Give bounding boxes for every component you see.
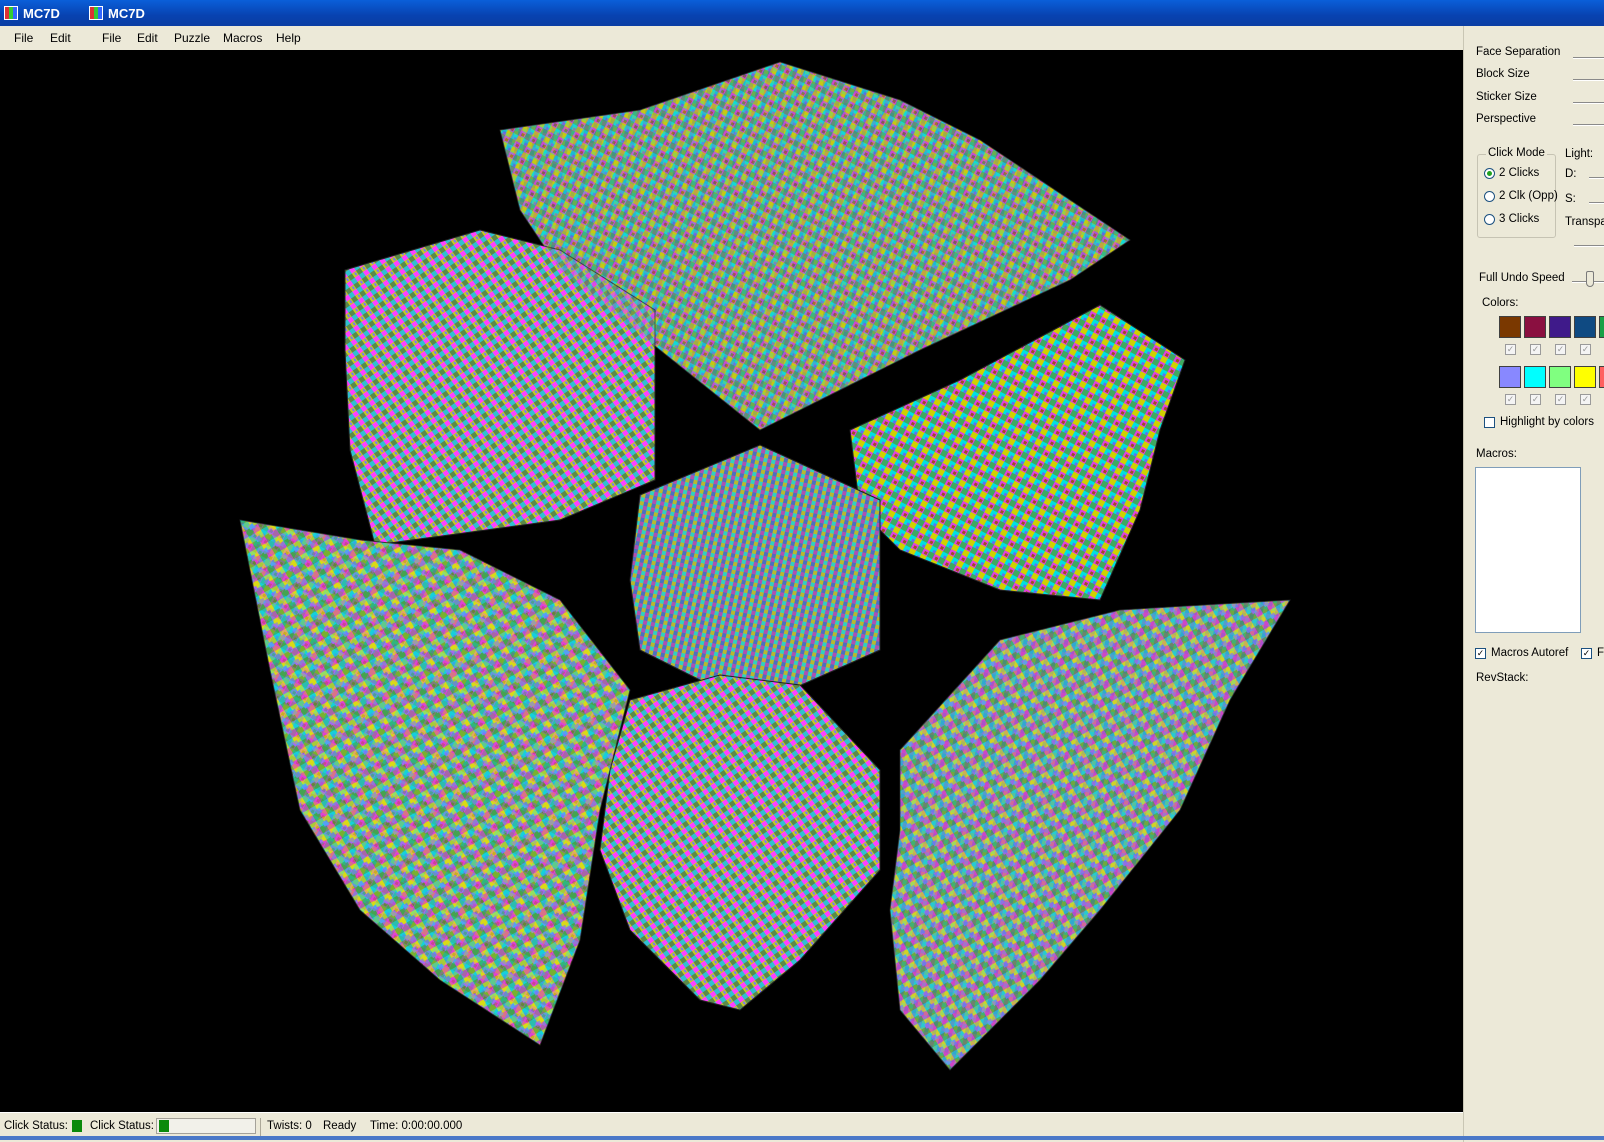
app-icon	[4, 6, 18, 20]
perspective-label: Perspective	[1476, 113, 1537, 125]
radio-2-clk-opp[interactable]: 2 Clk (Opp)	[1484, 190, 1558, 202]
puzzle-face-bottom[interactable]	[599, 674, 881, 1011]
taskbar-edge	[0, 1136, 1604, 1140]
color-swatch[interactable]	[1499, 366, 1521, 388]
transparency-slider[interactable]	[1574, 245, 1604, 247]
radio-2-clicks-label: 2 Clicks	[1499, 167, 1540, 179]
macros-autoref-2-checkbox[interactable]: ✓ F	[1581, 647, 1604, 659]
menu-puzzle[interactable]: Puzzle	[174, 31, 210, 45]
separator	[260, 1118, 261, 1136]
click-status-label-1: Click Status:	[4, 1120, 68, 1132]
radio-button[interactable]	[1484, 190, 1495, 202]
control-panel: Face Separation Block Size Sticker Size …	[1463, 26, 1604, 1142]
checkbox-checked[interactable]: ✓	[1581, 647, 1592, 659]
window-tab-1[interactable]: MC7D	[4, 4, 60, 22]
window-title-1: MC7D	[23, 5, 60, 21]
radio-button[interactable]	[1484, 213, 1495, 225]
twists-count: Twists: 0	[267, 1120, 312, 1132]
macros-list[interactable]	[1475, 467, 1581, 633]
color-enable-checkbox[interactable]: ✓	[1555, 394, 1566, 405]
macros-autoref-2-label: F	[1597, 647, 1604, 659]
menu-bar: File Edit File Edit Puzzle Macros Help	[0, 26, 1463, 50]
color-enable-checkbox[interactable]: ✓	[1530, 394, 1541, 405]
color-enable-checkbox[interactable]: ✓	[1580, 344, 1591, 355]
menu-edit[interactable]: Edit	[137, 31, 158, 45]
puzzle-face-center[interactable]	[629, 444, 881, 691]
menu-file[interactable]: File	[102, 31, 121, 45]
color-enable-checkbox[interactable]: ✓	[1555, 344, 1566, 355]
click-status-indicator-1	[72, 1120, 82, 1132]
sticker-size-slider[interactable]	[1573, 102, 1604, 104]
window-title-2: MC7D	[108, 5, 145, 21]
app-icon	[89, 6, 103, 20]
macros-autoref-checkbox[interactable]: ✓ Macros Autoref	[1475, 647, 1568, 659]
window-tab-2[interactable]: MC7D	[89, 4, 145, 22]
menu-file-outer[interactable]: File	[14, 31, 33, 45]
puzzle-viewport[interactable]	[0, 50, 1463, 1112]
radio-3-clicks-label: 3 Clicks	[1499, 213, 1540, 225]
checkbox-checked[interactable]: ✓	[1475, 647, 1486, 659]
click-mode-title: Click Mode	[1486, 147, 1547, 159]
color-enable-checkbox[interactable]: ✓	[1580, 394, 1591, 405]
color-swatch[interactable]	[1524, 316, 1546, 338]
ready-status: Ready	[323, 1120, 357, 1132]
block-size-slider[interactable]	[1573, 79, 1604, 81]
color-enable-checkbox[interactable]: ✓	[1530, 344, 1541, 355]
color-swatch[interactable]	[1549, 316, 1571, 338]
title-bar: MC7D MC7D	[0, 0, 1604, 26]
full-undo-speed-label: Full Undo Speed	[1479, 272, 1565, 284]
face-separation-label: Face Separation	[1476, 46, 1561, 58]
full-undo-speed-thumb[interactable]	[1586, 271, 1594, 287]
highlight-by-colors-label: Highlight by colors	[1500, 416, 1594, 428]
light-label: Light:	[1565, 148, 1594, 160]
macros-label: Macros:	[1476, 448, 1517, 460]
perspective-slider[interactable]	[1573, 124, 1604, 126]
color-swatch[interactable]	[1524, 366, 1546, 388]
transparency-label: Transpa	[1565, 216, 1604, 228]
radio-button-selected[interactable]	[1484, 167, 1495, 179]
face-separation-slider[interactable]	[1573, 57, 1604, 59]
color-swatch[interactable]	[1574, 316, 1596, 338]
macros-autoref-label: Macros Autoref	[1491, 647, 1569, 659]
color-enable-checkbox[interactable]: ✓	[1505, 344, 1516, 355]
color-enable-checkbox[interactable]: ✓	[1505, 394, 1516, 405]
color-swatch[interactable]	[1599, 316, 1604, 338]
menu-macros[interactable]: Macros	[223, 31, 262, 45]
sticker-size-label: Sticker Size	[1476, 91, 1537, 103]
colors-label: Colors:	[1482, 297, 1519, 309]
click-status-progress	[156, 1118, 256, 1134]
radio-2-clicks[interactable]: 2 Clicks	[1484, 167, 1539, 179]
light-d-slider[interactable]	[1589, 177, 1604, 179]
light-s-label: S:	[1565, 193, 1576, 205]
color-swatch[interactable]	[1499, 316, 1521, 338]
revstack-label: RevStack:	[1476, 672, 1529, 684]
click-mode-group: Click Mode 2 Clicks 2 Clk (Opp) 3 Clicks	[1477, 147, 1558, 238]
color-swatch[interactable]	[1599, 366, 1604, 388]
color-swatch[interactable]	[1549, 366, 1571, 388]
light-s-slider[interactable]	[1589, 202, 1604, 204]
menu-help[interactable]: Help	[276, 31, 301, 45]
checkbox[interactable]	[1484, 416, 1495, 428]
radio-2-clk-opp-label: 2 Clk (Opp)	[1499, 190, 1558, 202]
highlight-by-colors-checkbox[interactable]: Highlight by colors	[1484, 416, 1594, 428]
time-readout: Time: 0:00:00.000	[370, 1120, 463, 1132]
click-status-label-2: Click Status:	[90, 1120, 154, 1132]
radio-3-clicks[interactable]: 3 Clicks	[1484, 213, 1539, 225]
block-size-label: Block Size	[1476, 68, 1530, 80]
light-d-label: D:	[1565, 168, 1577, 180]
progress-fill	[159, 1120, 169, 1132]
color-swatch[interactable]	[1574, 366, 1596, 388]
puzzle-render[interactable]	[0, 50, 1463, 1112]
menu-edit-outer[interactable]: Edit	[50, 31, 71, 45]
